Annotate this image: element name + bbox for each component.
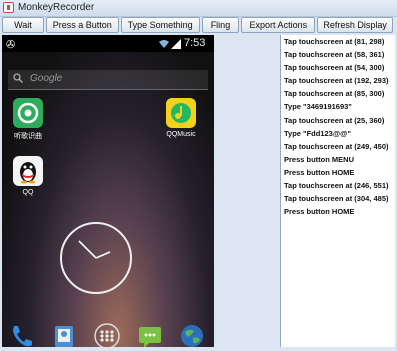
log-entry: Tap touchscreen at (246, 551) [284, 181, 389, 191]
export-actions-button[interactable]: Export Actions [241, 17, 316, 33]
fling-button[interactable]: Fling [201, 17, 240, 33]
log-entry: Press button HOME [284, 207, 355, 217]
app-label: QQMusic [166, 131, 196, 138]
log-entry: Tap touchscreen at (25, 360) [284, 115, 385, 125]
log-entry: Type "Fdd123@@" [284, 128, 352, 138]
dock [2, 316, 214, 347]
app-label: QQ [22, 189, 34, 196]
log-entry: Tap touchscreen at (85, 300) [284, 89, 385, 99]
status-bar: ✇ 7:53 [2, 35, 214, 52]
action-log-list[interactable]: Tap touchscreen at (81, 298) Tap touchsc… [280, 35, 395, 347]
wifi-icon [159, 40, 169, 48]
analog-clock-widget[interactable] [60, 222, 132, 294]
log-entry: Tap touchscreen at (249, 450) [284, 141, 389, 151]
log-entry: Tap touchscreen at (58, 361) [284, 50, 385, 60]
title-bar: MonkeyRecorder [0, 0, 397, 17]
app-qqmusic[interactable]: QQMusic [156, 98, 206, 138]
usb-debug-icon: ✇ [6, 39, 16, 51]
type-something-button[interactable]: Type Something [120, 17, 200, 33]
log-entry: Press button HOME [284, 167, 355, 177]
log-entry: Tap touchscreen at (304, 485) [284, 194, 389, 204]
messaging-icon[interactable] [136, 322, 164, 347]
refresh-display-button[interactable]: Refresh Display [317, 17, 394, 33]
press-a-button-button[interactable]: Press a Button [45, 17, 119, 33]
contacts-icon[interactable] [50, 322, 78, 347]
empty-area [214, 35, 280, 347]
browser-icon[interactable] [178, 322, 206, 347]
google-search-bar[interactable]: Google [8, 70, 208, 90]
app-qq[interactable]: QQ [3, 156, 53, 196]
toolbar: Wait Press a Button Type Something Fling… [2, 17, 395, 35]
app-label: 听歌识曲 [14, 133, 42, 140]
search-placeholder: Google [30, 73, 63, 84]
qq-penguin-icon [13, 156, 43, 186]
app-music-recognition[interactable]: 听歌识曲 [3, 98, 53, 141]
log-entry: Tap touchscreen at (192, 293) [284, 76, 389, 86]
music-recognition-icon [13, 98, 43, 128]
device-screen[interactable]: ✇ 7:53 Google 听歌识曲 QQMusic QQ [2, 35, 214, 347]
home-screen: Google 听歌识曲 QQMusic QQ [2, 52, 214, 347]
phone-icon[interactable] [8, 322, 36, 347]
window-title: MonkeyRecorder [18, 2, 95, 13]
status-time: 7:53 [184, 37, 206, 49]
log-entry: Press button MENU [284, 154, 355, 164]
monkeyrecorder-window: MonkeyRecorder Wait Press a Button Type … [0, 0, 397, 351]
log-entry: Type "3469191693" [284, 102, 352, 112]
qqmusic-icon [166, 98, 196, 128]
signal-icon [171, 39, 181, 49]
app-drawer-icon[interactable] [93, 322, 121, 347]
log-entry: Tap touchscreen at (54, 300) [284, 63, 385, 73]
search-icon [13, 73, 23, 83]
log-entry: Tap touchscreen at (81, 298) [284, 37, 385, 46]
monkeyrecorder-app-icon [3, 2, 14, 13]
wait-button[interactable]: Wait [2, 17, 44, 33]
